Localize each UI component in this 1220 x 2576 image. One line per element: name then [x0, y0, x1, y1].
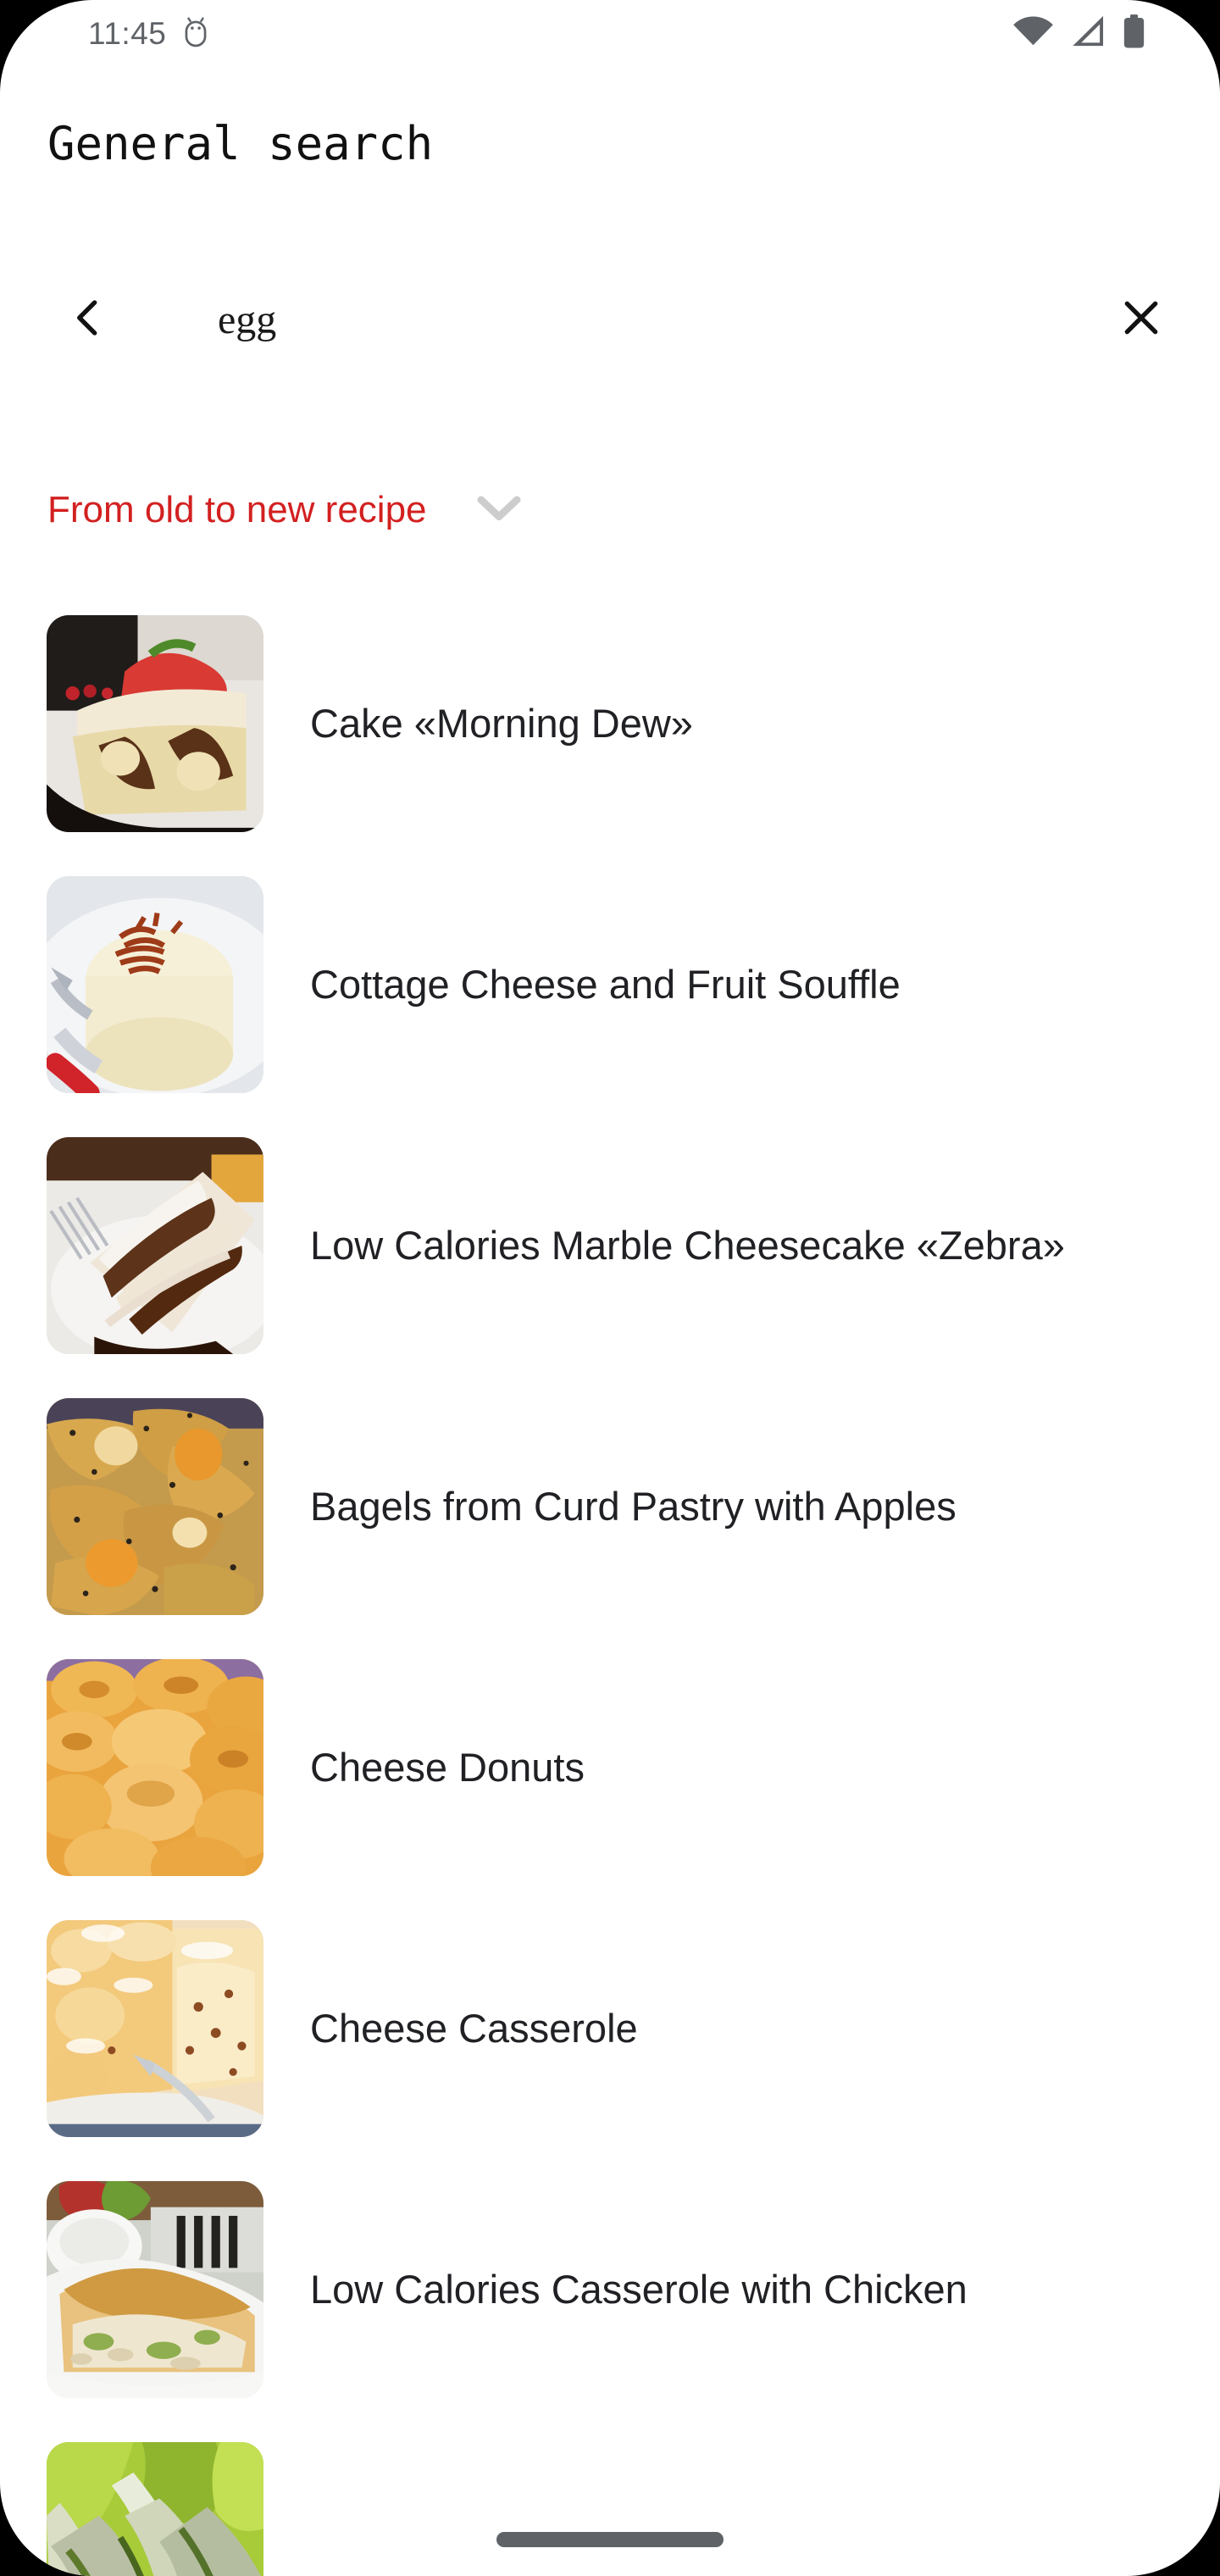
result-item[interactable]	[0, 2420, 1220, 2576]
recipe-thumbnail	[47, 1659, 263, 1876]
wifi-icon	[1012, 15, 1054, 52]
status-bar-right	[1012, 14, 1145, 53]
result-title: Cheese Donuts	[310, 1744, 585, 1790]
recipe-thumbnail	[47, 1137, 263, 1354]
result-item[interactable]: Low Calories Casserole with Chicken	[0, 2159, 1220, 2420]
result-item[interactable]: Cottage Cheese and Fruit Souffle	[0, 854, 1220, 1115]
recipe-thumbnail	[47, 615, 263, 832]
chevron-left-icon	[64, 294, 112, 346]
recipe-thumbnail	[47, 876, 263, 1093]
recipe-thumbnail	[47, 1398, 263, 1615]
sort-label: From old to new recipe	[47, 489, 427, 530]
back-button[interactable]	[37, 269, 139, 370]
result-title: Cottage Cheese and Fruit Souffle	[310, 961, 901, 1007]
status-bar: 11:45	[0, 0, 1220, 66]
recipe-thumbnail	[47, 1920, 263, 2137]
result-item[interactable]: Cheese Donuts	[0, 1637, 1220, 1898]
search-input-container[interactable]	[139, 263, 1095, 376]
clear-search-button[interactable]	[1095, 273, 1188, 366]
sort-control[interactable]: From old to new recipe	[0, 471, 1220, 549]
search-bar	[0, 263, 1220, 376]
android-debug-icon	[181, 15, 210, 52]
status-bar-left: 11:45	[88, 15, 210, 52]
result-item[interactable]: Low Calories Marble Cheesecake «Zebra»	[0, 1115, 1220, 1376]
result-item[interactable]: Cake «Morning Dew»	[0, 593, 1220, 854]
result-item[interactable]: Bagels from Curd Pastry with Apples	[0, 1376, 1220, 1637]
page-title: General search	[47, 117, 434, 170]
search-input[interactable]	[218, 296, 1095, 343]
result-title: Low Calories Marble Cheesecake «Zebra»	[310, 1222, 1065, 1268]
phone-frame: 11:45 General search egg From old to new…	[0, 0, 1220, 2576]
result-title: Bagels from Curd Pastry with Apples	[310, 1483, 957, 1529]
result-title: Cake «Morning Dew»	[310, 700, 693, 746]
recipe-thumbnail	[47, 2181, 263, 2398]
close-icon	[1118, 295, 1164, 345]
cellular-signal-icon	[1071, 14, 1106, 53]
result-title: Cheese Casserole	[310, 2005, 638, 2051]
app-screen: 11:45 General search egg From old to new…	[0, 0, 1220, 2576]
status-clock: 11:45	[88, 15, 167, 51]
battery-icon	[1123, 14, 1145, 53]
sort-dropdown-button[interactable]	[475, 492, 523, 529]
result-item[interactable]: Cheese Casserole	[0, 1898, 1220, 2159]
home-gesture-bar[interactable]	[496, 2532, 724, 2547]
result-title: Low Calories Casserole with Chicken	[310, 2266, 968, 2312]
search-results-list[interactable]: Cake «Morning Dew» Cottage Cheese and Fr…	[0, 593, 1220, 2576]
recipe-thumbnail	[47, 2442, 263, 2576]
chevron-down-icon	[475, 492, 523, 529]
